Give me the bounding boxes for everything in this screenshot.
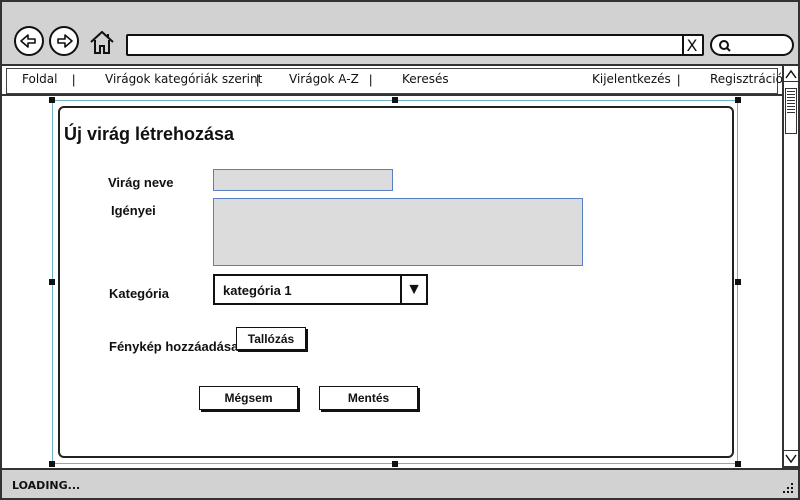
arrow-right-icon	[57, 34, 73, 48]
category-label: Kategória	[109, 286, 169, 301]
browse-button[interactable]: Tallózás	[236, 327, 306, 350]
scroll-up-button[interactable]	[784, 66, 798, 82]
forward-button[interactable]	[49, 26, 79, 56]
browser-search-field[interactable]	[710, 34, 794, 56]
back-button[interactable]	[14, 26, 44, 56]
nav-item-categories[interactable]: Virágok kategóriák szerint	[105, 72, 262, 86]
nav-separator: |	[677, 72, 681, 87]
needs-textarea[interactable]	[213, 198, 583, 266]
scroll-down-button[interactable]	[784, 450, 798, 466]
resize-handle	[392, 461, 398, 467]
clear-url-button[interactable]: X	[682, 35, 700, 55]
nav-item-foldal[interactable]: Foldal	[22, 72, 57, 86]
nav-item-a-z[interactable]: Virágok A-Z	[289, 72, 359, 86]
resize-handle	[49, 461, 55, 467]
form-title: Új virág létrehozása	[64, 124, 235, 144]
save-button[interactable]: Mentés	[319, 386, 418, 410]
category-select[interactable]: kategória 1 ▼	[213, 274, 428, 305]
scroll-thumb[interactable]	[785, 88, 797, 134]
chevron-down-icon	[785, 454, 797, 463]
nav-item-register[interactable]: Regisztráció	[710, 72, 783, 86]
nav-item-search[interactable]: Keresés	[402, 72, 449, 86]
arrow-left-icon	[20, 34, 36, 48]
category-selected-value: kategória 1	[223, 283, 292, 298]
status-text: LOADING...	[12, 479, 81, 492]
nav-separator: |	[369, 72, 373, 87]
flower-name-label: Virág neve	[108, 175, 174, 190]
resize-grip-icon[interactable]	[782, 482, 794, 494]
needs-label: Igényei	[111, 203, 156, 218]
resize-handle	[49, 97, 55, 103]
nav-item-logout[interactable]: Kijelentkezés	[592, 72, 671, 86]
cancel-button[interactable]: Mégsem	[199, 386, 298, 410]
main-navigation: Foldal | Virágok kategóriák szerint | Vi…	[0, 64, 783, 96]
resize-handle	[49, 279, 55, 285]
status-bar: LOADING...	[0, 468, 800, 500]
resize-handle	[392, 97, 398, 103]
address-bar[interactable]: X	[126, 34, 704, 56]
flower-name-input[interactable]	[213, 169, 393, 191]
chevron-up-icon	[785, 69, 797, 78]
nav-separator: |	[256, 72, 260, 87]
home-icon	[90, 30, 114, 54]
vertical-scrollbar[interactable]	[782, 64, 800, 468]
close-icon: X	[686, 35, 698, 55]
resize-handle	[735, 279, 741, 285]
browser-toolbar: X	[0, 0, 800, 64]
nav-separator: |	[72, 72, 76, 87]
home-button[interactable]	[88, 28, 116, 56]
resize-handle	[735, 461, 741, 467]
dropdown-arrow-icon[interactable]: ▼	[400, 276, 426, 303]
search-icon	[719, 40, 731, 52]
resize-handle	[735, 97, 741, 103]
photo-label: Fénykép hozzáadása	[109, 339, 239, 354]
